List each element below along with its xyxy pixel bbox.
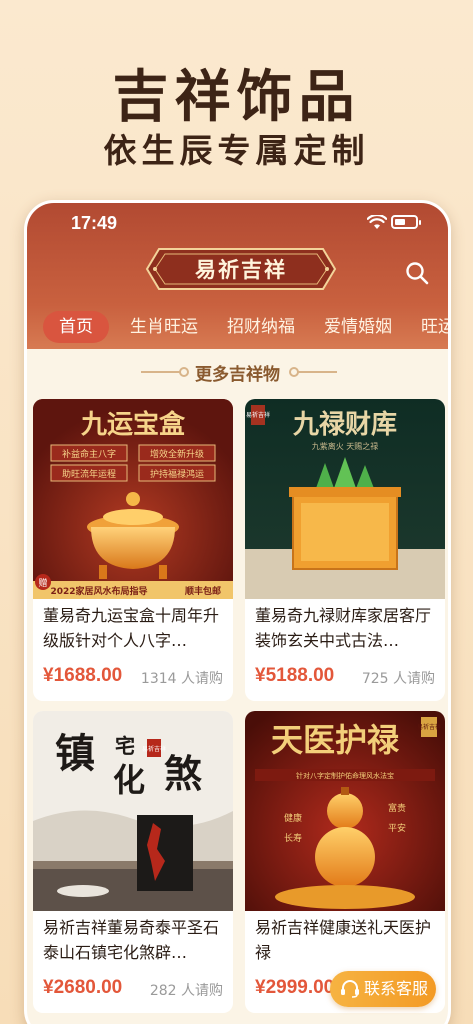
tab-love-marriage[interactable]: 爱情婚姻 bbox=[324, 311, 392, 343]
svg-text:易祈吉祥: 易祈吉祥 bbox=[246, 411, 270, 419]
app-header: 17:49 易祈吉祥 首页 生肖旺运 招财纳福 爱情婚姻 旺运 bbox=[27, 203, 448, 349]
contact-support-label: 联系客服 bbox=[364, 979, 429, 998]
product-image: 易祈吉祥 九禄财库 九紫离火 天赐之禄 bbox=[245, 399, 445, 599]
search-icon[interactable] bbox=[405, 261, 429, 285]
svg-text:健康: 健康 bbox=[284, 812, 302, 824]
svg-text:易祈吉祥: 易祈吉祥 bbox=[142, 745, 166, 753]
product-name[interactable]: 易祈吉祥健康送礼天医护禄 bbox=[255, 915, 437, 969]
svg-text:长寿: 长寿 bbox=[284, 832, 302, 844]
product-sold-count: 282 人请购 bbox=[149, 983, 223, 999]
svg-text:针对八字定制护佑命理风水法宝: 针对八字定制护佑命理风水法宝 bbox=[296, 771, 394, 780]
product-image: 易祈吉祥 天医护禄 针对八字定制护佑命理风水法宝 健康 长寿 富贵 平安 bbox=[245, 711, 445, 911]
svg-text:易祈吉祥: 易祈吉祥 bbox=[417, 723, 441, 731]
svg-text:顺丰包邮: 顺丰包邮 bbox=[185, 585, 221, 597]
image-title: 九运宝盒 bbox=[80, 409, 186, 440]
svg-text:富贵: 富贵 bbox=[388, 802, 406, 814]
svg-text:护持福禄鸿运: 护持福禄鸿运 bbox=[150, 468, 204, 480]
section-divider-right bbox=[297, 371, 337, 373]
promo-title: 吉祥饰品 bbox=[112, 64, 361, 130]
product-image: 镇 宅 化 煞 易祈吉祥 bbox=[33, 711, 233, 911]
phone-screen: 17:49 易祈吉祥 首页 生肖旺运 招财纳福 爱情婚姻 旺运 bbox=[24, 200, 451, 1024]
product-name[interactable]: 易祈吉祥董易奇泰平圣石泰山石镇宅化煞辟… bbox=[43, 915, 225, 969]
svg-text:平安: 平安 bbox=[388, 822, 406, 834]
product-price: ¥1688.00 bbox=[43, 665, 123, 686]
svg-text:九紫离火 天赐之禄: 九紫离火 天赐之禄 bbox=[312, 441, 379, 451]
product-card[interactable]: 易祈吉祥 天医护禄 针对八字定制护佑命理风水法宝 健康 长寿 富贵 平安 易祈吉… bbox=[245, 711, 445, 1013]
svg-text:九禄财库: 九禄财库 bbox=[292, 410, 397, 440]
headset-icon bbox=[341, 980, 359, 998]
product-price: ¥5188.00 bbox=[255, 665, 335, 686]
svg-text:宅: 宅 bbox=[115, 734, 135, 758]
promo-subtitle: 依生辰专属定制 bbox=[103, 131, 370, 170]
svg-text:煞: 煞 bbox=[164, 751, 202, 796]
svg-text:赠: 赠 bbox=[38, 577, 47, 589]
svg-text:2022家居风水布局指导: 2022家居风水布局指导 bbox=[50, 585, 147, 597]
svg-text:增效全新升级: 增效全新升级 bbox=[150, 448, 204, 460]
svg-text:化: 化 bbox=[113, 761, 145, 799]
tab-wealth[interactable]: 招财纳福 bbox=[227, 311, 295, 343]
wifi-icon bbox=[367, 215, 387, 229]
product-image: 九运宝盒 补益命主八字 增效全新升级 助旺流年运程 护持福禄鸿运 赠 2022家… bbox=[33, 399, 233, 599]
product-sold-count: 1314 人请购 bbox=[140, 671, 223, 687]
logo-text: 易祈吉祥 bbox=[195, 257, 287, 282]
product-card[interactable]: 镇 宅 化 煞 易祈吉祥 易祈吉祥董易奇泰平圣石泰山石镇宅化煞辟… ¥2680.… bbox=[33, 711, 233, 1013]
svg-text:助旺流年运程: 助旺流年运程 bbox=[62, 468, 116, 480]
product-price: ¥2999.00 bbox=[255, 977, 335, 998]
status-time: 17:49 bbox=[71, 213, 118, 233]
svg-text:镇: 镇 bbox=[55, 730, 95, 777]
product-name[interactable]: 董易奇九运宝盒十周年升级版针对个人八字… bbox=[43, 603, 225, 657]
product-card[interactable]: 九运宝盒 补益命主八字 增效全新升级 助旺流年运程 护持福禄鸿运 赠 2022家… bbox=[33, 399, 233, 701]
contact-support-button[interactable]: 联系客服 bbox=[330, 971, 436, 1007]
category-tabs: 首页 生肖旺运 招财纳福 爱情婚姻 旺运 bbox=[27, 307, 448, 343]
product-card[interactable]: 易祈吉祥 九禄财库 九紫离火 天赐之禄 董易奇九禄财库家居客厅装饰玄关中式古法…… bbox=[245, 399, 445, 701]
product-price: ¥2680.00 bbox=[43, 977, 123, 998]
tab-fortune[interactable]: 旺运 bbox=[421, 311, 448, 343]
tab-home[interactable]: 首页 bbox=[43, 311, 109, 343]
battery-icon bbox=[391, 215, 421, 229]
product-sold-count: 725 人请购 bbox=[361, 671, 435, 687]
tab-zodiac-luck[interactable]: 生肖旺运 bbox=[130, 311, 198, 343]
logo-badge: 易祈吉祥 bbox=[145, 245, 337, 293]
svg-text:补益命主八字: 补益命主八字 bbox=[62, 448, 116, 460]
product-name[interactable]: 董易奇九禄财库家居客厅装饰玄关中式古法… bbox=[255, 603, 437, 657]
svg-text:天医护禄: 天医护禄 bbox=[271, 721, 400, 759]
section-title: 更多吉祥物 bbox=[195, 365, 280, 385]
